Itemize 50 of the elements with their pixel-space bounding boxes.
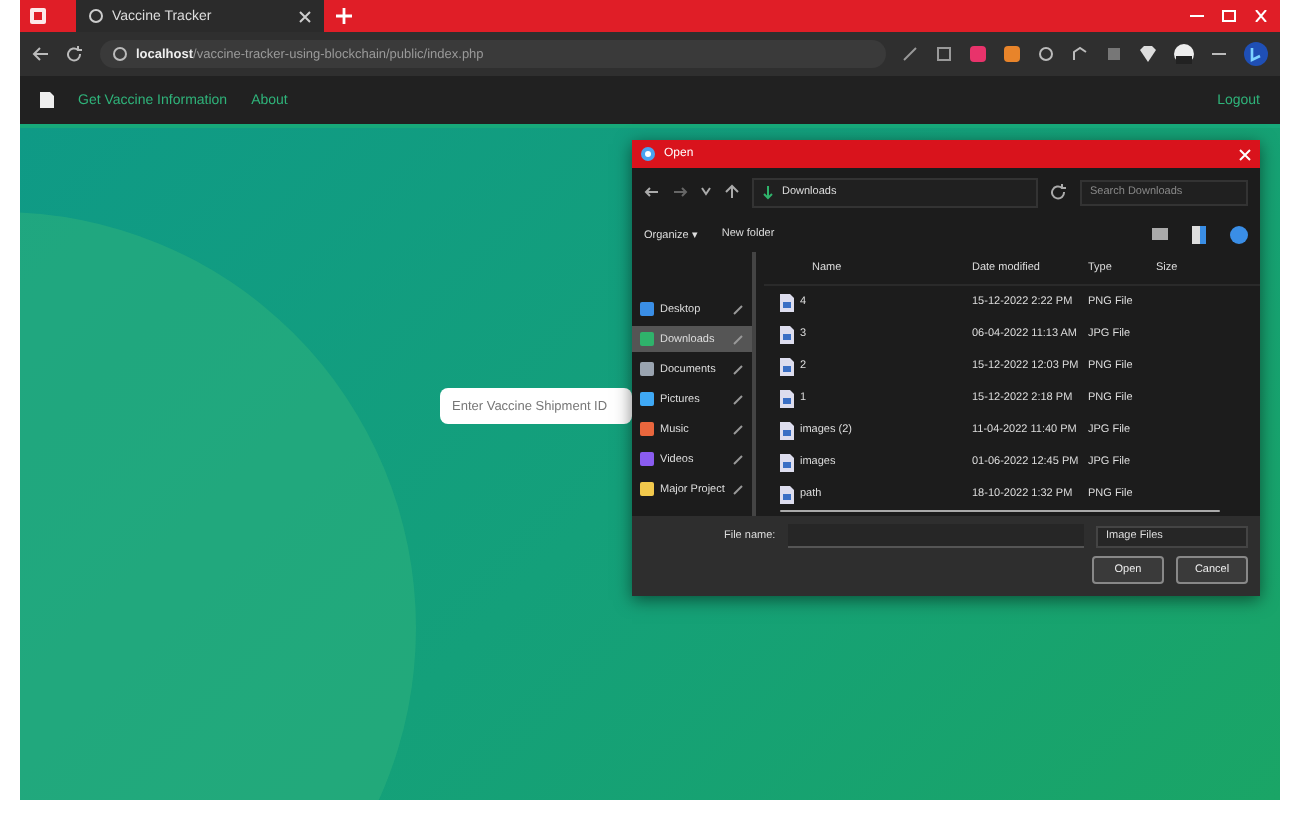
view-icon <box>1152 226 1168 242</box>
globe-icon <box>88 8 104 24</box>
refresh-button[interactable] <box>1050 184 1068 200</box>
image-file-icon <box>780 357 794 375</box>
close-button[interactable] <box>1254 10 1268 22</box>
pin-icon <box>732 453 744 465</box>
pin-icon <box>732 303 744 315</box>
preview-pane-icon <box>1192 225 1206 243</box>
extension-icon <box>1004 46 1020 62</box>
folder-icon <box>640 302 654 316</box>
assistant-icon <box>1244 42 1268 66</box>
chevron-icon <box>700 184 712 200</box>
image-file-icon <box>780 325 794 343</box>
download-icon <box>762 185 774 199</box>
folder-icon <box>640 362 654 376</box>
info-icon <box>112 46 128 62</box>
folder-icon <box>640 482 654 496</box>
pin-icon <box>732 363 744 375</box>
folder-icon <box>640 452 654 466</box>
horizontal-scrollbar[interactable] <box>780 510 1220 512</box>
tabs-icon <box>936 46 952 62</box>
back-button[interactable] <box>32 46 50 62</box>
image-file-icon <box>780 389 794 407</box>
new-tab-button[interactable] <box>336 8 352 24</box>
refresh-button[interactable] <box>66 46 84 62</box>
maximize-button[interactable] <box>1222 10 1236 22</box>
tab-actions-icon <box>28 6 48 26</box>
minimize-button[interactable] <box>1190 10 1204 22</box>
folder-icon <box>640 422 654 436</box>
image-file-icon <box>780 453 794 471</box>
image-file-icon <box>780 293 794 311</box>
close-button[interactable] <box>1238 147 1252 161</box>
pin-icon <box>732 393 744 405</box>
forward-button[interactable] <box>672 184 688 200</box>
pin-icon <box>732 483 744 495</box>
extension-icon <box>970 46 986 62</box>
close-icon <box>298 9 312 23</box>
folder-icon <box>640 392 654 406</box>
image-file-icon <box>780 485 794 503</box>
pin-icon <box>732 333 744 345</box>
up-button[interactable] <box>724 184 740 200</box>
folder-icon <box>640 332 654 346</box>
file-name-field[interactable] <box>787 524 1084 548</box>
document-icon <box>40 92 54 108</box>
shield-icon <box>1140 46 1156 62</box>
image-file-icon <box>780 421 794 439</box>
browser-icon <box>640 146 656 162</box>
back-button[interactable] <box>644 184 660 200</box>
pin-icon <box>732 423 744 435</box>
avatar-icon <box>1174 44 1194 64</box>
